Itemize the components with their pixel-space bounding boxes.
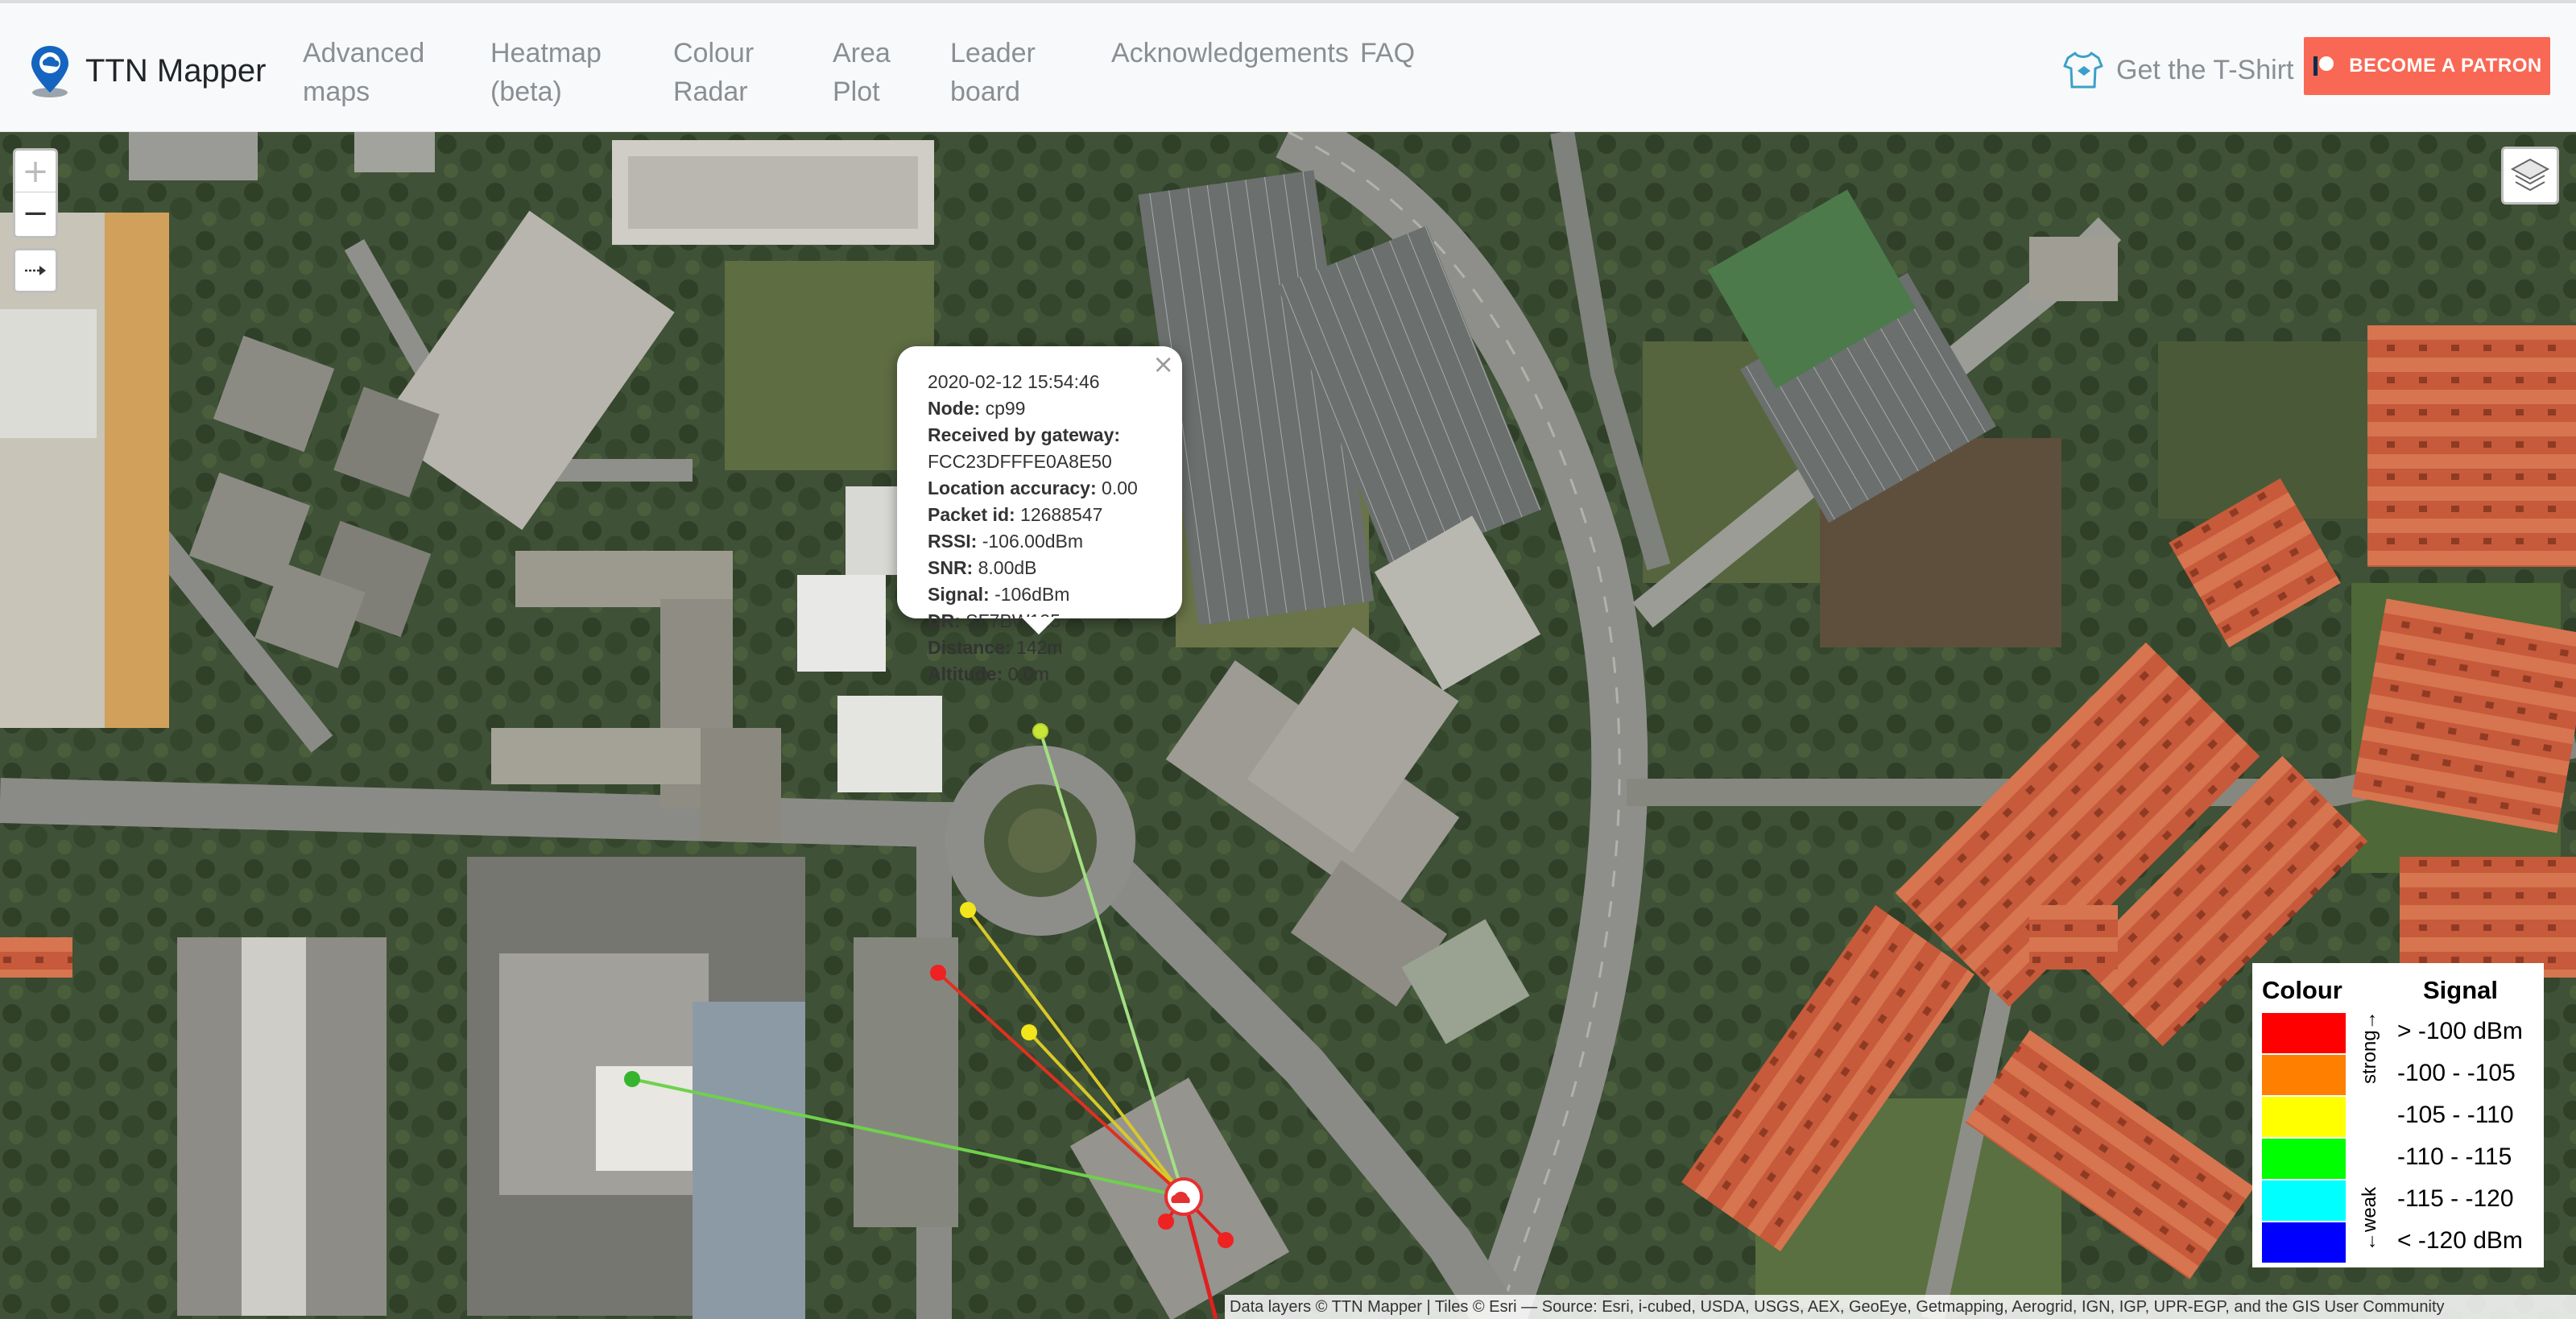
field-value: 0.00 [1102, 478, 1138, 498]
nav-label: maps [303, 76, 370, 107]
arrow-right-icon [25, 266, 46, 275]
nav-label: (beta) [490, 76, 562, 107]
expand-button[interactable] [13, 248, 58, 293]
brand[interactable]: TTN Mapper [26, 42, 267, 100]
nav-leader-board[interactable]: Leader board [950, 34, 1036, 111]
zoom-in-button[interactable]: + [15, 151, 56, 192]
field-value: cp99 [985, 398, 1026, 419]
popup-row: Packet id: 12688547 [928, 502, 1152, 528]
field-label: Packet id: [928, 504, 1015, 525]
legend-swatch [2262, 1222, 2346, 1263]
signal-legend: Colour Signal strong→ ←weak > -100 dBm -… [2252, 963, 2544, 1267]
field-label: Signal: [928, 584, 990, 605]
legend-swatch [2262, 1055, 2346, 1095]
nav-area-plot[interactable]: Area Plot [833, 34, 891, 111]
legend-signal-header: Signal [2423, 976, 2499, 1004]
nav-acknowledgements[interactable]: Acknowledgements [1111, 34, 1349, 72]
become-patron-button[interactable]: BECOME A PATRON [2304, 37, 2550, 95]
popup-row: Distance: 142m [928, 635, 1152, 661]
field-value: 0.0m [1007, 664, 1049, 684]
legend-value: -105 - -110 [2397, 1102, 2514, 1128]
field-label: SNR: [928, 557, 974, 578]
field-value: -106dBm [994, 584, 1070, 605]
field-value: FCC23DFFFE0A8E50 [928, 451, 1112, 472]
measurement-popup: × 2020-02-12 15:54:46 Node: cp99 Receive… [897, 346, 1182, 684]
nav-label: Colour [673, 38, 755, 68]
tshirt-label: Get the T-Shirt [2116, 54, 2294, 85]
popup-row: Signal: -106dBm [928, 581, 1152, 608]
field-label: Location accuracy: [928, 478, 1097, 498]
legend-value: -100 - -105 [2397, 1060, 2516, 1086]
tshirt-link[interactable]: Get the T-Shirt [2061, 48, 2293, 92]
gateway-marker [1164, 1177, 1203, 1216]
popup-timestamp: 2020-02-12 15:54:46 [928, 371, 1100, 392]
navbar: TTN Mapper Advanced maps Heatmap (beta) … [0, 0, 2576, 132]
field-value: -106.00dBm [982, 531, 1084, 552]
nav-label: board [950, 76, 1020, 107]
map-pin-cloud-icon [31, 46, 68, 97]
legend-swatch [2262, 1180, 2346, 1221]
field-value: 8.00dB [978, 557, 1037, 578]
popup-row: RSSI: -106.00dBm [928, 528, 1152, 555]
popup-row: Location accuracy: 0.00 [928, 475, 1152, 502]
nav-label: Acknowledgements [1111, 38, 1349, 68]
satellite-imagery [0, 132, 2576, 1319]
nav-label: FAQ [1360, 38, 1416, 68]
nav-colour-radar[interactable]: Colour Radar [673, 34, 754, 111]
legend-strong-label: strong→ [2359, 1011, 2380, 1084]
tshirt-icon [2063, 52, 2103, 89]
legend-colour-header: Colour [2262, 976, 2342, 1004]
layers-icon [2510, 158, 2550, 192]
nav-label: Radar [673, 76, 748, 107]
nav-label: Leader [950, 38, 1036, 68]
layers-button[interactable] [2501, 147, 2559, 205]
legend-value: < -120 dBm [2397, 1227, 2523, 1254]
popup-row: Node: cp99 [928, 395, 1152, 422]
field-label: Node: [928, 398, 981, 419]
popup-row: FCC23DFFFE0A8E50 [928, 449, 1152, 475]
field-value: 12688547 [1020, 504, 1103, 525]
nav-label: Plot [833, 76, 880, 107]
legend-swatch [2262, 1097, 2346, 1137]
nav-advanced-maps[interactable]: Advanced maps [303, 34, 424, 111]
brand-name: TTN Mapper [85, 52, 267, 89]
nav-label: Advanced [303, 38, 425, 68]
zoom-control: + − [13, 148, 58, 238]
legend-value: -115 - -120 [2397, 1185, 2514, 1212]
nav-faq[interactable]: FAQ [1360, 34, 1415, 72]
popup-row: Altitude: 0.0m [928, 661, 1152, 688]
field-label: Received by gateway: [928, 424, 1121, 445]
popup-row: SNR: 8.00dB [928, 555, 1152, 581]
legend-swatch [2262, 1013, 2346, 1053]
zoom-out-button[interactable]: − [15, 192, 56, 234]
field-label: DR: [928, 610, 961, 631]
legend-value: > -100 dBm [2397, 1018, 2523, 1044]
map[interactable]: + − × 2020-02-12 15:54:46 Node: cp99 Rec… [0, 132, 2576, 1319]
nav-heatmap[interactable]: Heatmap (beta) [490, 34, 602, 111]
popup-tip [1021, 617, 1056, 635]
nav-label: Area [833, 38, 891, 68]
map-attribution: Data layers © TTN Mapper | Tiles © Esri … [1225, 1295, 2576, 1319]
close-icon[interactable]: × [1152, 351, 1174, 378]
nav-label: Heatmap [490, 38, 602, 68]
field-label: Distance: [928, 637, 1011, 658]
field-label: RSSI: [928, 531, 978, 552]
legend-value: -110 - -115 [2397, 1143, 2512, 1170]
legend-weak-label: ←weak [2359, 1186, 2380, 1251]
patreon-icon [2313, 56, 2334, 76]
legend-swatch [2262, 1139, 2346, 1179]
field-label: Altitude: [928, 664, 1003, 684]
popup-row: Received by gateway: [928, 422, 1152, 449]
field-value: 142m [1015, 637, 1063, 658]
patron-label: BECOME A PATRON [2349, 55, 2542, 76]
